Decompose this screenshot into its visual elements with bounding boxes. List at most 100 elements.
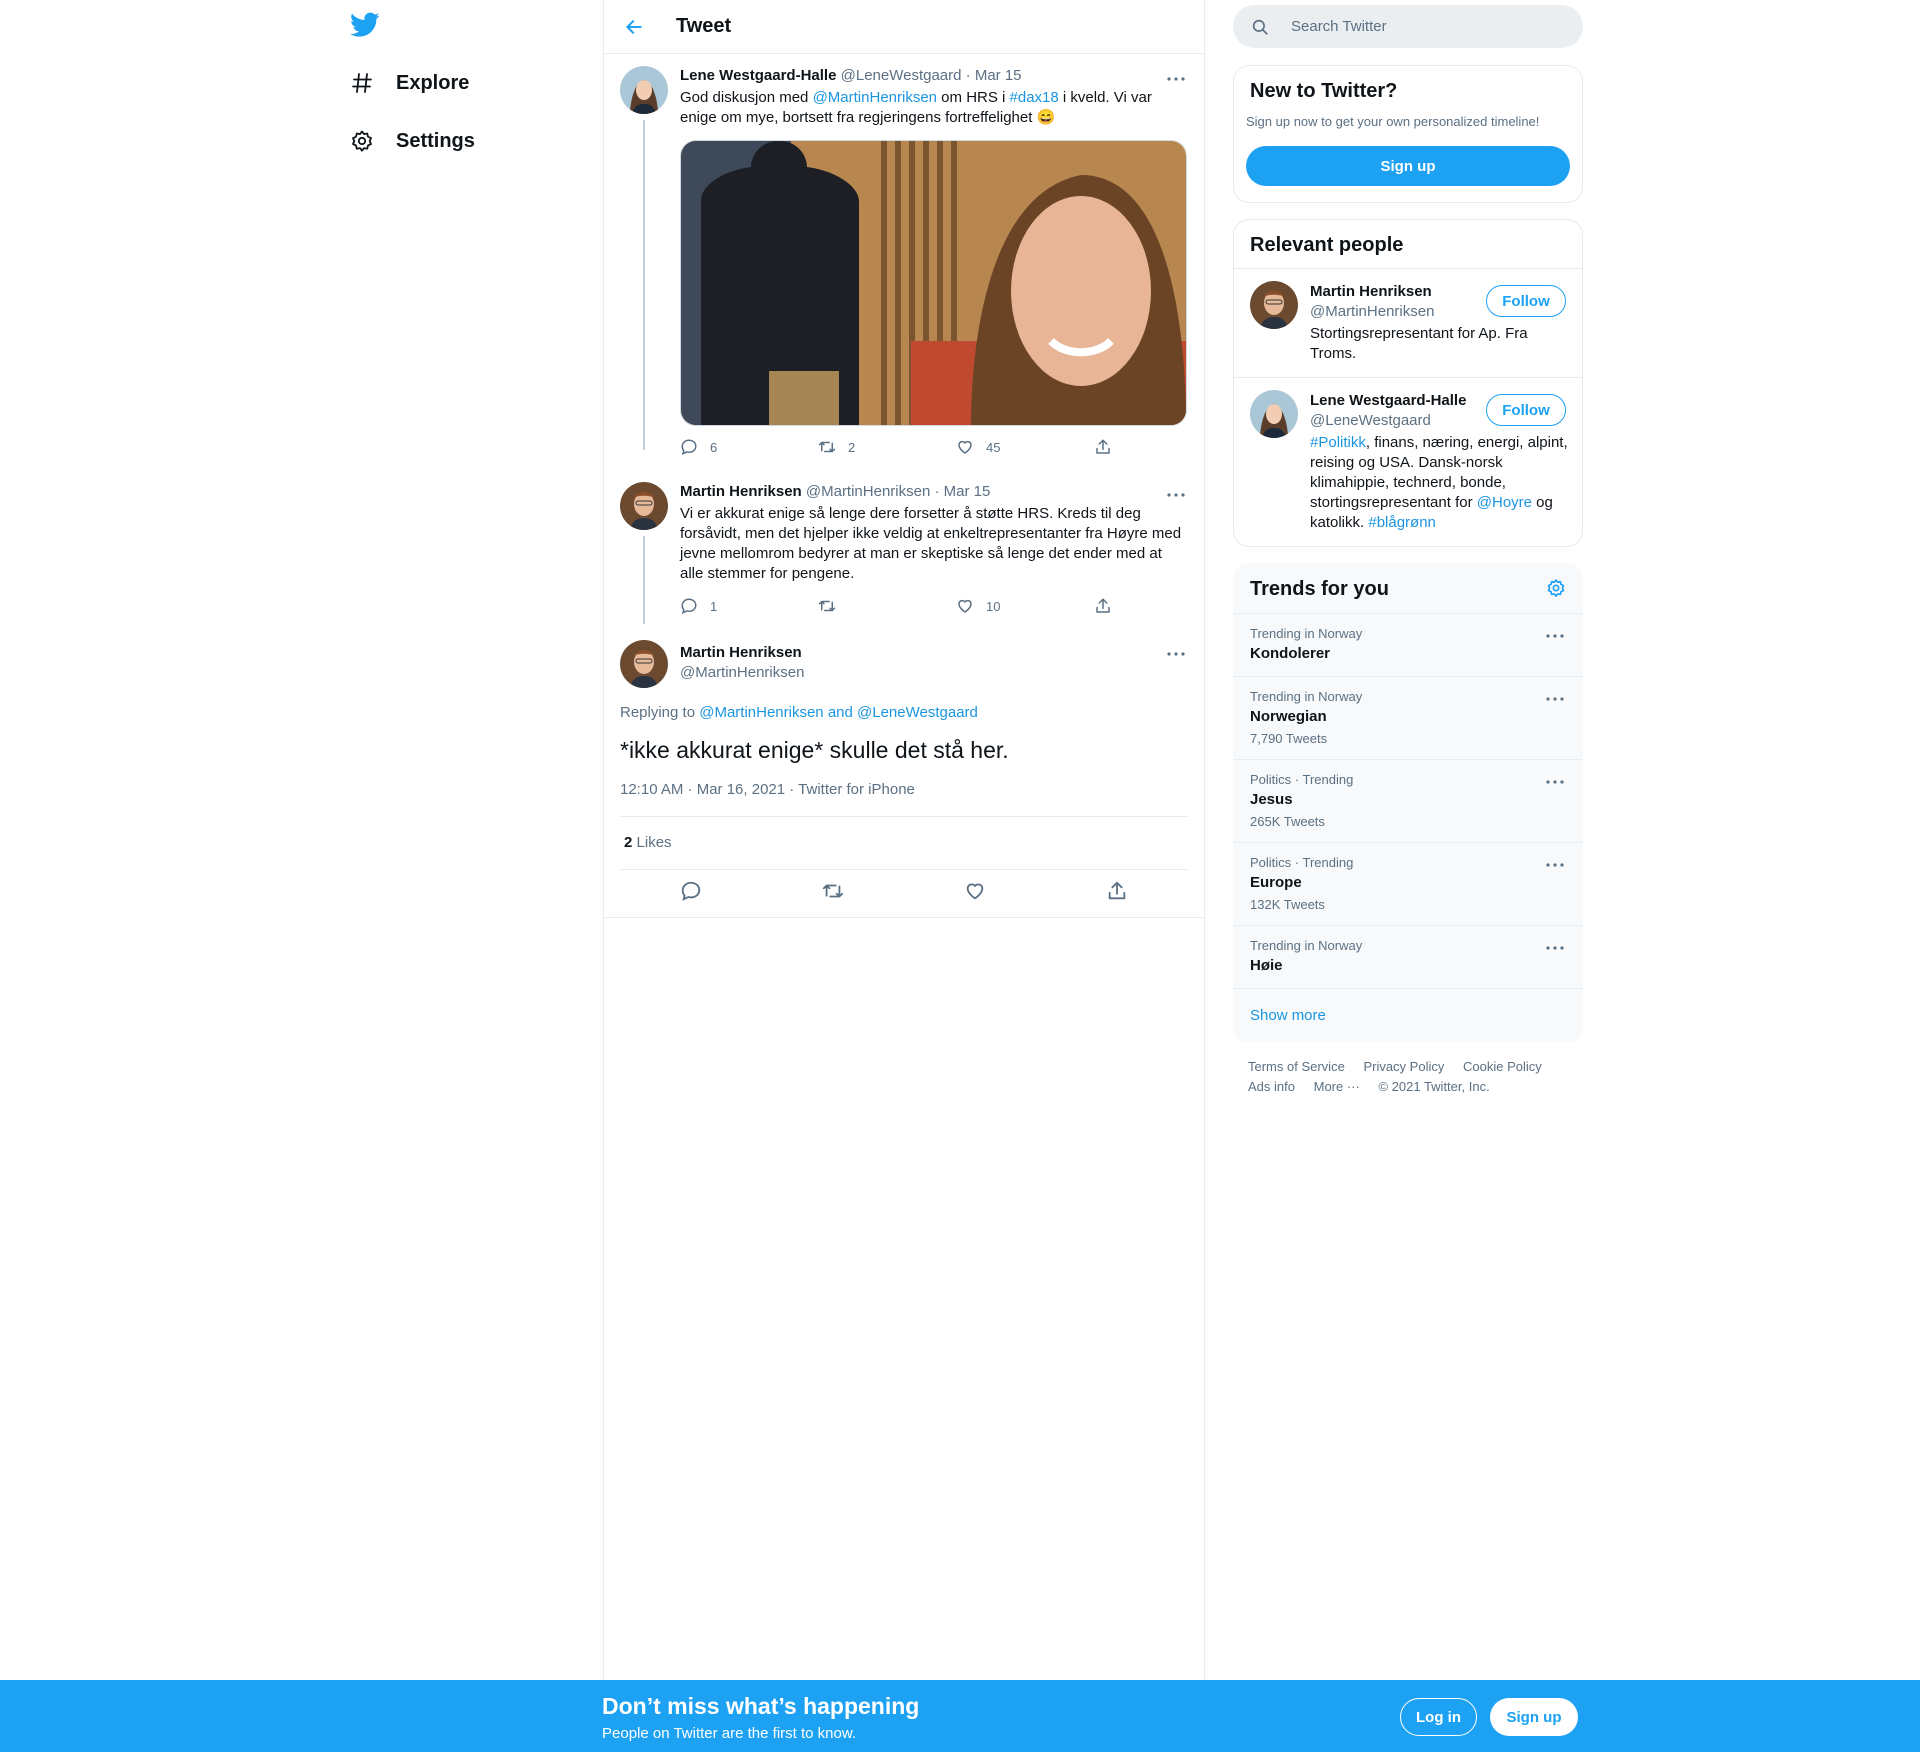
gear-icon[interactable] xyxy=(1546,578,1566,603)
like-button[interactable]: 45 xyxy=(956,438,1094,456)
more-options-icon[interactable] xyxy=(1164,645,1188,663)
divider xyxy=(620,816,1188,817)
author-block[interactable]: Martin Henriksen @MartinHenriksen xyxy=(680,643,804,683)
author-name[interactable]: Lene Westgaard-Halle xyxy=(680,67,836,84)
tweet-date[interactable]: · Mar 15 xyxy=(934,483,990,500)
share-button[interactable] xyxy=(1094,438,1232,456)
signup-button[interactable]: Sign up xyxy=(1246,146,1570,186)
more-options-icon[interactable] xyxy=(1164,486,1188,504)
tweet-text: God diskusjon med @MartinHenriksen om HR… xyxy=(680,88,1186,128)
ads-info-link[interactable]: Ads info xyxy=(1248,1079,1295,1094)
thread-tweet[interactable]: Martin Henriksen @MartinHenriksen · Mar … xyxy=(620,482,1188,622)
trend-item[interactable]: Trending in Norway Kondolerer xyxy=(1234,613,1582,676)
hashtag-link[interactable]: #dax18 xyxy=(1010,89,1059,106)
share-icon[interactable] xyxy=(1106,880,1128,907)
follow-button[interactable]: Follow xyxy=(1486,285,1566,317)
reply-button[interactable]: 6 xyxy=(680,438,818,456)
follow-button[interactable]: Follow xyxy=(1486,394,1566,426)
card-title: Trends for you xyxy=(1250,578,1389,600)
person-item[interactable]: Lene Westgaard-Halle @LeneWestgaard Foll… xyxy=(1234,377,1582,546)
likes-stat[interactable]: 2 Likes xyxy=(624,834,672,851)
privacy-link[interactable]: Privacy Policy xyxy=(1363,1059,1444,1074)
like-button[interactable]: 10 xyxy=(956,597,1094,615)
author-name[interactable]: Martin Henriksen xyxy=(680,483,802,500)
mention-link[interactable]: @MartinHenriksen xyxy=(813,89,937,106)
mention-link[interactable]: @Hoyre xyxy=(1477,494,1532,511)
retweet-icon xyxy=(818,441,836,453)
share-icon xyxy=(1096,439,1110,454)
tweet-photo[interactable] xyxy=(680,140,1187,426)
more-options-icon[interactable] xyxy=(1544,940,1566,956)
arrow-left-icon[interactable] xyxy=(622,15,646,39)
author-handle[interactable]: @MartinHenriksen xyxy=(680,663,804,683)
nav-explore-label: Explore xyxy=(396,71,470,94)
tweet-actions: 1 10 xyxy=(680,597,1232,615)
search-input[interactable] xyxy=(1289,17,1553,36)
text-segment: om HRS i xyxy=(937,89,1010,106)
more-options-icon[interactable] xyxy=(1544,628,1566,644)
person-bio: Stortingsrepresentant for Ap. Fra Troms. xyxy=(1310,325,1528,362)
tweet-timestamp[interactable]: 12:10 AM · Mar 16, 2021 · Twitter for iP… xyxy=(620,781,915,798)
terms-link[interactable]: Terms of Service xyxy=(1248,1059,1345,1074)
avatar[interactable] xyxy=(620,66,668,114)
reply-count: 6 xyxy=(710,439,718,455)
like-count: 45 xyxy=(986,439,1001,455)
avatar[interactable] xyxy=(620,482,668,530)
heart-icon[interactable] xyxy=(964,880,986,907)
replying-to-link[interactable]: @MartinHenriksen and @LeneWestgaard xyxy=(699,704,978,721)
nav-explore[interactable]: Explore xyxy=(350,63,469,103)
more-link[interactable]: More ··· xyxy=(1314,1079,1360,1094)
trend-item[interactable]: Politics · Trending Jesus 265K Tweets xyxy=(1234,759,1582,842)
person-handle[interactable]: @LeneWestgaard xyxy=(1310,411,1466,431)
trend-item[interactable]: Trending in Norway Høie xyxy=(1234,925,1582,988)
focused-tweet: Martin Henriksen @MartinHenriksen Replyi… xyxy=(604,640,1204,920)
retweet-icon[interactable] xyxy=(822,880,844,907)
retweet-icon xyxy=(818,600,836,612)
hashtag-link[interactable]: #blågrønn xyxy=(1368,514,1436,531)
reply-button[interactable]: 1 xyxy=(680,597,818,615)
person-bio: #Politikk, finans, næring, energi, alpin… xyxy=(1310,433,1570,533)
trend-count: 132K Tweets xyxy=(1250,897,1325,912)
nav-settings[interactable]: Settings xyxy=(350,121,475,161)
cookie-link[interactable]: Cookie Policy xyxy=(1463,1059,1542,1074)
avatar[interactable] xyxy=(620,640,668,688)
signup-button[interactable]: Sign up xyxy=(1490,1698,1578,1736)
trend-item[interactable]: Trending in Norway Norwegian 7,790 Tweet… xyxy=(1234,676,1582,759)
twitter-bird-icon[interactable] xyxy=(350,12,380,40)
reply-icon[interactable] xyxy=(680,880,702,907)
retweet-button[interactable] xyxy=(818,597,956,615)
card-title: New to Twitter? xyxy=(1250,80,1398,102)
main-tweet-text: *ikke akkurat enige* skulle det stå her. xyxy=(620,737,1009,763)
person-name[interactable]: Martin Henriksen xyxy=(1310,282,1434,302)
replying-to: Replying to @MartinHenriksen and @LeneWe… xyxy=(620,704,978,721)
hashtag-link[interactable]: #Politikk xyxy=(1310,434,1366,451)
person-name[interactable]: Lene Westgaard-Halle xyxy=(1310,391,1466,411)
more-options-icon[interactable] xyxy=(1544,774,1566,790)
more-options-icon[interactable] xyxy=(1544,857,1566,873)
tweet-content: Lene Westgaard-Halle @LeneWestgaard · Ma… xyxy=(680,66,1186,128)
more-options-icon[interactable] xyxy=(1164,70,1188,88)
card-title: Relevant people xyxy=(1250,234,1404,256)
more-options-icon[interactable] xyxy=(1544,691,1566,707)
person-item[interactable]: Martin Henriksen @MartinHenriksen Follow… xyxy=(1234,268,1582,377)
tweet-meta: Martin Henriksen @MartinHenriksen · Mar … xyxy=(680,482,1186,502)
person-handle[interactable]: @MartinHenriksen xyxy=(1310,302,1434,322)
avatar[interactable] xyxy=(1250,390,1298,438)
author-handle[interactable]: @MartinHenriksen xyxy=(806,483,930,500)
retweet-button[interactable]: 2 xyxy=(818,438,956,456)
search-box[interactable] xyxy=(1233,5,1583,48)
tweet-content: Martin Henriksen @MartinHenriksen · Mar … xyxy=(680,482,1186,584)
author-name[interactable]: Martin Henriksen xyxy=(680,643,804,663)
main-tweet-actions xyxy=(620,880,1188,907)
divider xyxy=(604,917,1204,918)
tweet-date[interactable]: · Mar 15 xyxy=(966,67,1022,84)
thread-tweet[interactable]: Lene Westgaard-Halle @LeneWestgaard · Ma… xyxy=(620,66,1188,466)
show-more-link[interactable]: Show more xyxy=(1234,988,1582,1041)
tweet-text: Vi er akkurat enige så lenge dere forset… xyxy=(680,505,1182,582)
relevant-people-card: Relevant people Martin Henriksen @Martin… xyxy=(1233,219,1583,547)
avatar[interactable] xyxy=(1250,281,1298,329)
login-button[interactable]: Log in xyxy=(1400,1698,1477,1736)
trend-item[interactable]: Politics · Trending Europe 132K Tweets xyxy=(1234,842,1582,925)
author-handle[interactable]: @LeneWestgaard xyxy=(841,67,962,84)
share-button[interactable] xyxy=(1094,597,1232,615)
